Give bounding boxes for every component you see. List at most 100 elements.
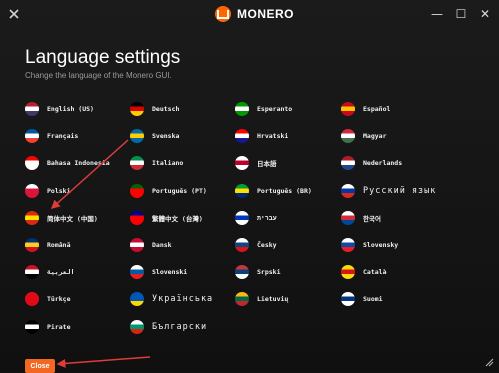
language-label: Pirate bbox=[47, 322, 71, 331]
language-option[interactable]: Slovensky bbox=[341, 236, 398, 254]
language-option[interactable]: Português (PT) bbox=[130, 182, 207, 200]
menu-icon[interactable] bbox=[8, 8, 20, 20]
resize-handle-icon[interactable] bbox=[485, 358, 494, 367]
window-controls: — ☐ ✕ bbox=[429, 6, 493, 22]
language-option[interactable]: Esperanto bbox=[235, 100, 292, 118]
title-bar[interactable]: MONERO — ☐ ✕ bbox=[0, 0, 499, 28]
flag-icon bbox=[341, 238, 355, 252]
flag-icon bbox=[25, 129, 39, 144]
language-label: Español bbox=[363, 105, 391, 113]
language-label: Česky bbox=[257, 241, 277, 249]
flag-icon bbox=[235, 238, 249, 252]
language-label: Magyar bbox=[363, 132, 387, 141]
language-option[interactable]: Deutsch bbox=[130, 100, 179, 118]
language-option[interactable]: Nederlands bbox=[341, 154, 402, 172]
language-option[interactable]: Português (BR) bbox=[235, 182, 312, 200]
language-option[interactable]: Русский язык bbox=[341, 182, 436, 200]
language-option[interactable]: Italiano bbox=[130, 154, 183, 172]
language-label: Lietuvių bbox=[257, 295, 289, 304]
flag-icon bbox=[341, 210, 355, 225]
flag-icon bbox=[25, 238, 39, 252]
language-option[interactable]: Español bbox=[341, 100, 390, 118]
language-label: 简体中文 (中国) bbox=[47, 214, 98, 223]
flag-icon bbox=[130, 319, 144, 334]
language-label: עברית bbox=[257, 213, 277, 222]
maximize-button[interactable]: ☐ bbox=[453, 6, 469, 22]
minimize-button[interactable]: — bbox=[429, 6, 445, 22]
language-label: Български bbox=[152, 321, 208, 332]
language-label: Català bbox=[363, 268, 387, 277]
flag-icon bbox=[235, 129, 249, 144]
flag-icon bbox=[235, 265, 249, 280]
language-option[interactable]: 简体中文 (中国) bbox=[25, 209, 98, 227]
flag-icon bbox=[25, 319, 39, 334]
flag-icon bbox=[130, 238, 144, 252]
language-option[interactable]: Română bbox=[25, 236, 70, 254]
app-logo: MONERO bbox=[215, 5, 294, 23]
flag-icon bbox=[130, 292, 144, 307]
flag-icon bbox=[130, 129, 144, 144]
language-option[interactable]: 한국어 bbox=[341, 209, 381, 227]
language-label: Svenska bbox=[152, 132, 180, 141]
language-option[interactable]: Dansk bbox=[130, 236, 172, 254]
language-label: Português (BR) bbox=[257, 186, 312, 195]
language-option[interactable]: 日本語 bbox=[235, 154, 277, 172]
flag-icon bbox=[235, 210, 249, 225]
language-label: 日本語 bbox=[257, 160, 277, 169]
language-option[interactable]: Pirate bbox=[25, 318, 70, 336]
language-label: Dansk bbox=[152, 241, 172, 249]
language-option[interactable]: Български bbox=[130, 318, 207, 336]
flag-icon bbox=[25, 156, 39, 171]
language-label: Deutsch bbox=[152, 105, 180, 113]
language-label: Slovensky bbox=[363, 241, 399, 249]
language-settings-window: MONERO — ☐ ✕ Language settings Change th… bbox=[0, 0, 499, 373]
flag-icon bbox=[130, 183, 144, 198]
language-label: Українська bbox=[152, 294, 214, 305]
language-option[interactable]: Hrvatski bbox=[235, 127, 288, 145]
flag-icon bbox=[25, 292, 39, 307]
flag-icon bbox=[341, 183, 355, 198]
language-label: 한국어 bbox=[363, 214, 381, 223]
flag-icon bbox=[235, 292, 249, 307]
language-label: Esperanto bbox=[257, 105, 293, 113]
flag-icon bbox=[130, 210, 144, 225]
monero-logo-icon bbox=[215, 6, 231, 22]
language-option[interactable]: Polski bbox=[25, 182, 70, 200]
language-label: Suomi bbox=[363, 295, 383, 304]
language-option[interactable]: English (US) bbox=[25, 100, 94, 118]
language-label: Türkçe bbox=[47, 295, 71, 304]
language-option[interactable]: Українська bbox=[130, 290, 213, 308]
flag-icon bbox=[341, 265, 355, 280]
language-label: Français bbox=[47, 132, 79, 141]
language-option[interactable]: Slovenski bbox=[130, 263, 187, 281]
flag-icon bbox=[341, 292, 355, 307]
language-label: Slovenski bbox=[152, 268, 188, 277]
language-option[interactable]: Srpski bbox=[235, 263, 280, 281]
flag-icon bbox=[25, 102, 39, 116]
language-option[interactable]: Lietuvių bbox=[235, 290, 288, 308]
language-option[interactable]: 繁體中文 (台灣) bbox=[130, 209, 203, 227]
language-option[interactable]: Català bbox=[341, 263, 386, 281]
language-option[interactable]: Suomi bbox=[341, 290, 383, 308]
language-label: English (US) bbox=[47, 105, 94, 113]
language-option[interactable]: עברית bbox=[235, 209, 277, 227]
language-option[interactable]: Bahasa Indonesia bbox=[25, 154, 110, 172]
app-name: MONERO bbox=[237, 7, 294, 21]
language-option[interactable]: Svenska bbox=[130, 127, 179, 145]
flag-icon bbox=[130, 156, 144, 171]
flag-icon bbox=[235, 183, 249, 198]
language-option[interactable]: Français bbox=[25, 127, 78, 145]
language-option[interactable]: Türkçe bbox=[25, 290, 70, 308]
language-option[interactable]: Magyar bbox=[341, 127, 386, 145]
language-option[interactable]: Česky bbox=[235, 236, 277, 254]
language-label: Русский язык bbox=[363, 185, 437, 196]
language-option[interactable]: العربية bbox=[25, 263, 74, 281]
flag-icon bbox=[130, 265, 144, 280]
language-label: Română bbox=[47, 241, 71, 249]
flag-icon bbox=[235, 156, 249, 171]
language-label: Srpski bbox=[257, 268, 281, 277]
language-label: العربية bbox=[47, 268, 75, 277]
flag-icon bbox=[341, 156, 355, 171]
flag-icon bbox=[25, 265, 39, 280]
close-window-button[interactable]: ✕ bbox=[477, 6, 493, 22]
